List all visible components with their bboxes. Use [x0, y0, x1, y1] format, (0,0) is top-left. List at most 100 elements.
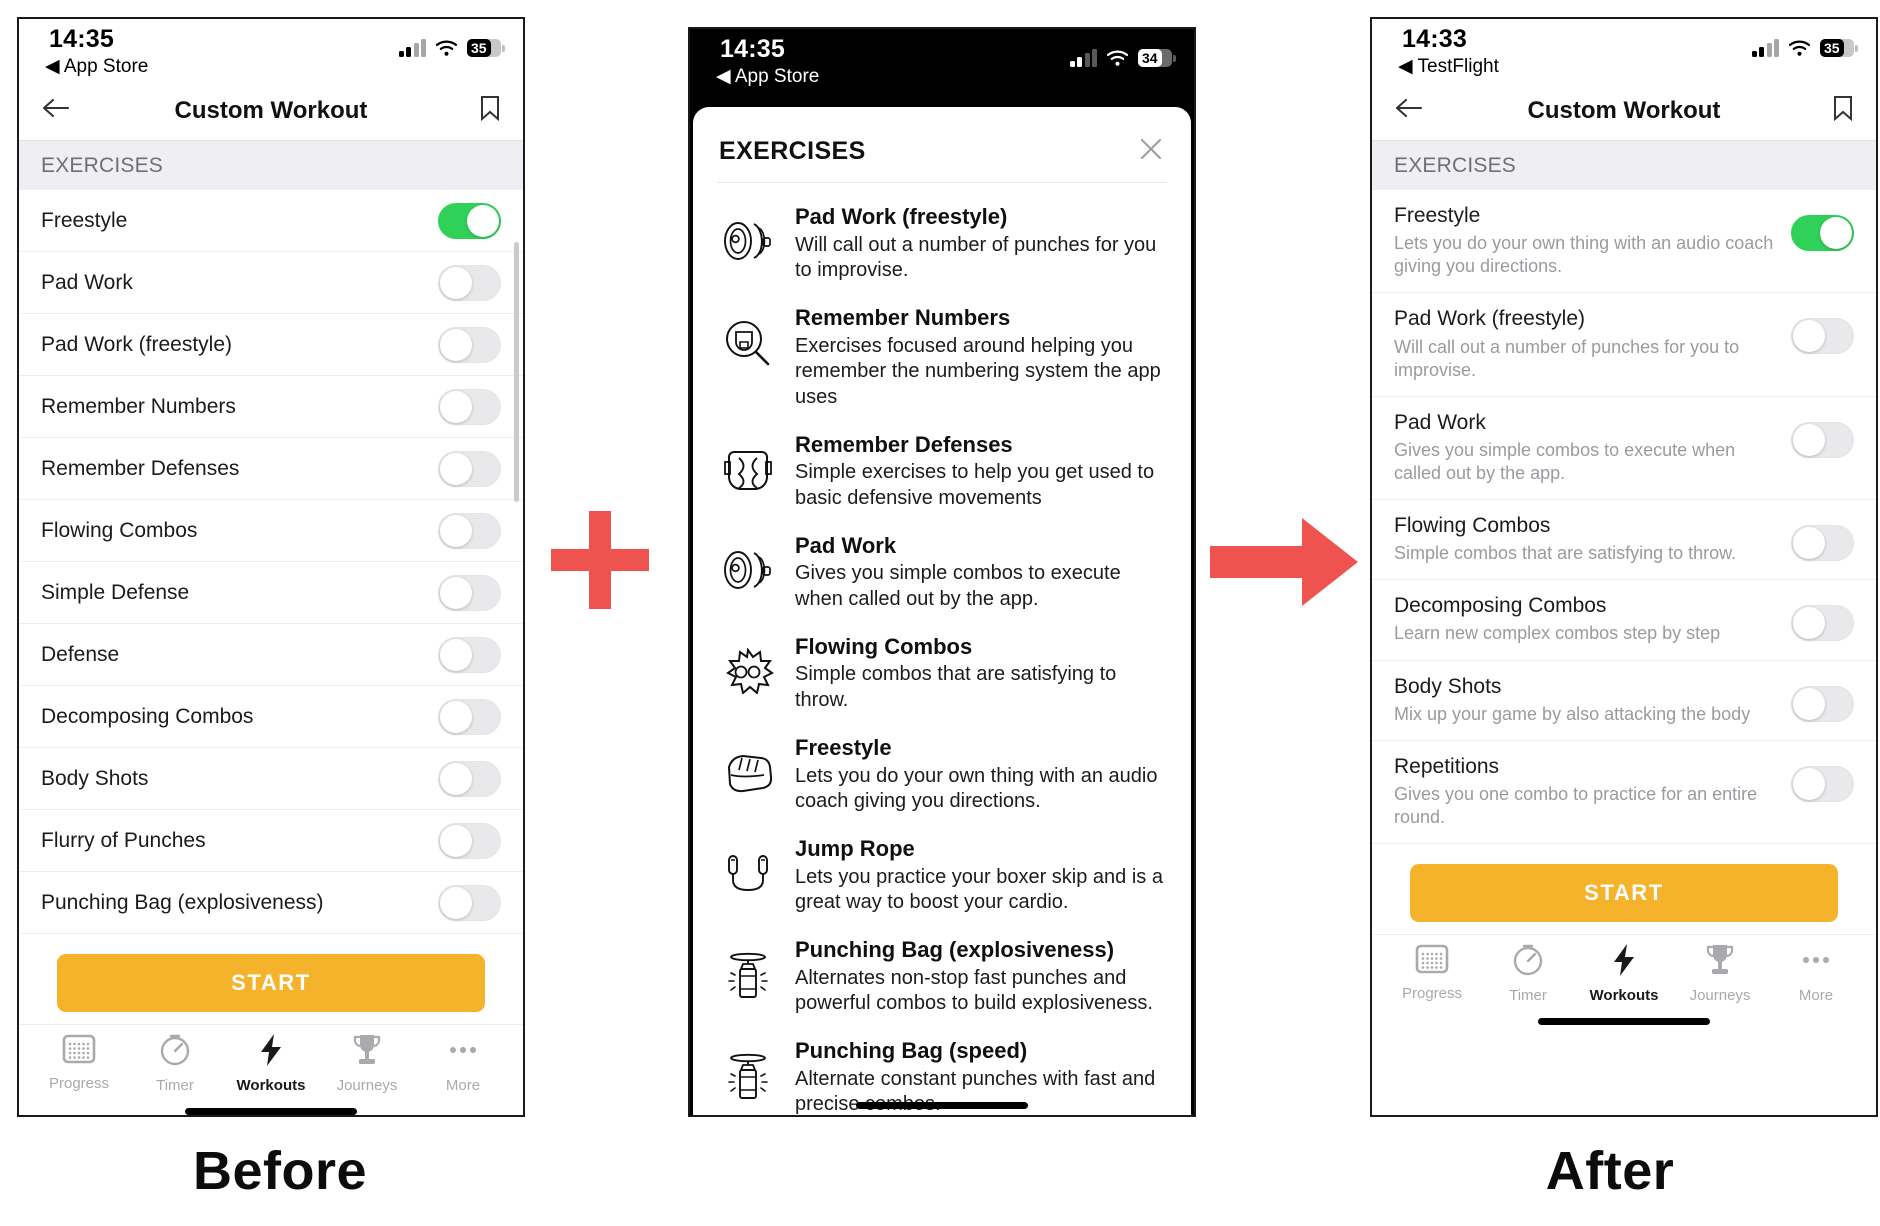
ellipsis-icon — [446, 1033, 480, 1072]
exercise-text: Repetitions Gives you one combo to practi… — [1394, 754, 1779, 829]
bookmark-icon[interactable] — [479, 95, 501, 126]
exercise-row[interactable]: Decomposing Combos — [19, 686, 523, 748]
tab-more[interactable]: More — [1768, 943, 1864, 1004]
exercise-info-item[interactable]: Pad Work Gives you simple combos to execu… — [693, 522, 1191, 623]
back-arrow-icon[interactable] — [41, 97, 71, 124]
exercise-toggle[interactable] — [438, 264, 501, 301]
exercise-description: Gives you simple combos to execute when … — [795, 562, 1121, 611]
exercise-toggle[interactable] — [438, 574, 501, 611]
exercise-title: Pad Work — [795, 532, 897, 558]
close-icon[interactable] — [1137, 135, 1165, 168]
exercise-row[interactable]: Remember Defenses — [19, 438, 523, 500]
exercise-row[interactable]: Punching Bag (explosiveness) — [19, 872, 523, 934]
exercise-title: Freestyle — [1394, 204, 1481, 227]
exercise-toggle[interactable] — [1791, 524, 1854, 561]
exercise-toggle[interactable] — [438, 636, 501, 673]
exercise-toggle[interactable] — [438, 822, 501, 859]
exercise-toggle[interactable] — [438, 202, 501, 239]
tab-bar[interactable]: Progress Timer Workouts Journeys More — [1372, 934, 1876, 1005]
back-arrow-icon[interactable] — [1394, 97, 1424, 124]
exercise-toggle[interactable] — [438, 450, 501, 487]
exercise-row[interactable]: Pad Work (freestyle) Will call out a numb… — [1372, 293, 1876, 397]
exercise-text: Punching Bag (explosiveness) Alternates n… — [795, 937, 1165, 1017]
tab-workouts[interactable]: Workouts — [1576, 943, 1672, 1004]
tab-timer[interactable]: Timer — [1480, 943, 1576, 1004]
exercise-toggle[interactable] — [438, 512, 501, 549]
exercise-info-item[interactable]: Remember Defenses Simple exercises to hel… — [693, 421, 1191, 522]
toggle-knob — [440, 328, 472, 361]
exercise-toggle[interactable] — [1791, 215, 1854, 251]
exercise-toggle[interactable] — [1791, 765, 1854, 802]
exercise-row[interactable]: Flowing Combos Simple combos that are sat… — [1372, 500, 1876, 581]
bookmark-icon[interactable] — [1832, 95, 1854, 126]
status-time: 14:33 — [1402, 25, 1467, 53]
tab-progress[interactable]: Progress — [1384, 943, 1480, 1004]
exercise-row[interactable]: Freestyle — [19, 190, 523, 252]
exercise-row[interactable]: Repetitions Gives you one combo to practi… — [1372, 741, 1876, 845]
toggle-knob — [440, 390, 472, 423]
exercise-row[interactable]: Remember Numbers — [19, 376, 523, 438]
status-back-app[interactable]: ◀ TestFlight — [1398, 55, 1499, 78]
exercise-info-list[interactable]: Pad Work (freestyle) Will call out a numb… — [693, 183, 1191, 1115]
exercise-toggle[interactable] — [1791, 421, 1854, 458]
exercise-description: Lets you do your own thing with an audio… — [795, 764, 1158, 813]
exercise-row[interactable]: Defense — [19, 624, 523, 686]
focus-mitts-icon — [719, 533, 777, 593]
exercise-row[interactable]: Flowing Combos — [19, 500, 523, 562]
exercise-description: Learn new complex combos step by step — [1394, 623, 1721, 644]
exercise-list[interactable]: Freestyle Pad Work Pad Work (freestyle) Rem… — [19, 190, 523, 934]
toggle-knob — [1820, 217, 1852, 249]
status-back-app[interactable]: ◀ App Store — [45, 55, 148, 78]
exercise-info-item[interactable]: Freestyle Lets you do your own thing with… — [693, 724, 1191, 825]
exercise-row[interactable]: Decomposing Combos Learn new complex comb… — [1372, 580, 1876, 661]
exercise-title: Punching Bag (speed) — [795, 1037, 1028, 1063]
tab-journeys[interactable]: Journeys — [319, 1033, 415, 1094]
caption-after: After — [1545, 1141, 1675, 1201]
nav-bar: Custom Workout — [1372, 81, 1876, 141]
toggle-knob — [440, 514, 472, 547]
wifi-icon — [1106, 50, 1129, 66]
exercise-toggle[interactable] — [438, 698, 501, 735]
exercise-title: Jump Rope — [795, 835, 915, 861]
exercise-row[interactable]: Simple Defense — [19, 562, 523, 624]
exercise-text: Pad Work Gives you simple combos to execu… — [1394, 410, 1779, 485]
status-back-app[interactable]: ◀ App Store — [716, 65, 819, 88]
punching-bag-icon — [719, 937, 777, 1003]
exercise-title: Decomposing Combos — [1394, 594, 1607, 618]
exercise-info-item[interactable]: Punching Bag (explosiveness) Alternates n… — [693, 926, 1191, 1027]
exercise-toggle[interactable] — [438, 326, 501, 363]
exercise-row[interactable]: Pad Work — [19, 252, 523, 314]
exercise-toggle[interactable] — [1791, 605, 1854, 642]
exercise-info-item[interactable]: Jump Rope Lets you practice your boxer sk… — [693, 825, 1191, 926]
exercise-toggle[interactable] — [1791, 685, 1854, 722]
exercise-row[interactable]: Body Shots — [19, 748, 523, 810]
tab-progress[interactable]: Progress — [31, 1033, 127, 1094]
exercise-row[interactable]: Freestyle Lets you do your own thing with… — [1372, 190, 1876, 294]
exercise-info-item[interactable]: Flowing Combos Simple combos that are sat… — [693, 623, 1191, 724]
start-button[interactable]: START — [1410, 864, 1838, 923]
exercise-info-item[interactable]: Pad Work (freestyle) Will call out a numb… — [693, 193, 1191, 294]
exercise-toggle[interactable] — [438, 884, 501, 921]
tab-journeys[interactable]: Journeys — [1672, 943, 1768, 1004]
scrollbar[interactable] — [514, 242, 519, 502]
exercise-row[interactable]: Pad Work (freestyle) — [19, 314, 523, 376]
tab-timer[interactable]: Timer — [127, 1033, 223, 1094]
start-button[interactable]: START — [57, 954, 485, 1012]
exercise-row[interactable]: Body Shots Mix up your game by also attac… — [1372, 661, 1876, 741]
calendar-icon — [62, 1033, 96, 1070]
exercise-text: Flowing Combos Simple combos that are sat… — [1394, 513, 1779, 565]
exercise-toggle[interactable] — [438, 760, 501, 797]
exercise-info-item[interactable]: Remember Numbers Exercises focused around… — [693, 294, 1191, 421]
tab-more[interactable]: More — [415, 1033, 511, 1094]
exercise-title: Freestyle — [795, 734, 892, 760]
exercise-row[interactable]: Pad Work Gives you simple combos to execu… — [1372, 397, 1876, 500]
exercise-list[interactable]: Freestyle Lets you do your own thing with… — [1372, 190, 1876, 845]
exercise-toggle[interactable] — [438, 388, 501, 425]
tab-workouts[interactable]: Workouts — [223, 1033, 319, 1094]
toggle-knob — [1793, 526, 1825, 559]
tab-bar[interactable]: Progress Timer Workouts Journeys More — [19, 1024, 523, 1094]
exercise-row[interactable]: Flurry of Punches — [19, 810, 523, 872]
status-time: 14:35 — [720, 35, 785, 63]
wifi-icon — [1788, 40, 1811, 56]
exercise-toggle[interactable] — [1791, 318, 1854, 355]
